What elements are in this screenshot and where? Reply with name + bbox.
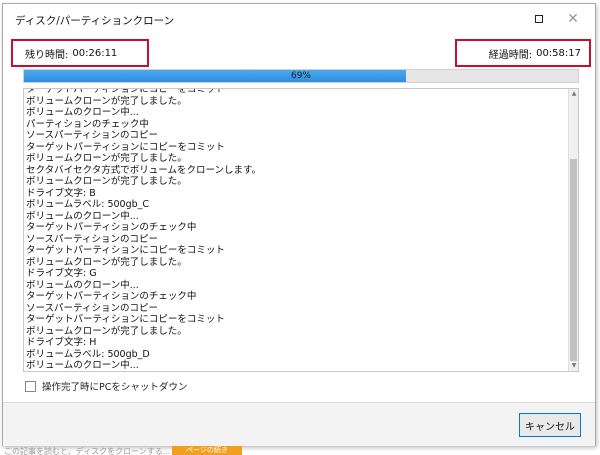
log-line: ドライブ文字: G (26, 268, 97, 279)
log-line: ボリュームのクローン中... (26, 360, 139, 371)
maximize-button[interactable] (527, 8, 551, 30)
log-line: ボリュームのクローン中... (26, 210, 139, 222)
log-output[interactable]: ターゲットパーティションにコピーをコミット ボリュームクローンが完了しました。 ボリ… (23, 88, 579, 372)
scroll-thumb[interactable] (570, 159, 577, 361)
log-line: ターゲットパーティションのチェック中 (26, 222, 197, 233)
window-title: ディスク/パーティションクローン (15, 15, 175, 27)
maximize-icon (535, 15, 543, 23)
log-line: ボリュームクローンが完了しました。 (26, 95, 187, 107)
scroll-up-icon[interactable]: ▲ (569, 89, 578, 99)
log-line: ターゲットパーティションのチェック中 (26, 372, 562, 373)
log-line: ボリュームクローンが完了しました。 (26, 325, 187, 337)
log-line: ターゲットパーティションにコピーをコミット (26, 88, 225, 95)
background-text: この記事を読むと、ディスクをクローンする... (4, 447, 171, 455)
log-lines: ターゲットパーティションにコピーをコミット ボリュームクローンが完了しました。 ボリ… (26, 88, 562, 373)
log-line: ソースパーティションのコピー (26, 233, 158, 245)
elapsed-time-label: 経過時間: (488, 49, 533, 61)
log-line: ターゲットパーティションにコピーをコミット (26, 245, 225, 256)
log-line: ドライブ文字: H (26, 337, 97, 348)
log-line: ボリュームラベル: 500gb_D (26, 348, 150, 360)
title-bar[interactable]: ディスク/パーティションクローン ✕ (3, 4, 595, 34)
remaining-time: 残り時間: 00:26:11 (11, 39, 149, 67)
log-line: ターゲットパーティションのチェック中 (26, 291, 197, 302)
background-page-strip: この記事を読むと、ディスクをクローンする... ページの続き (0, 446, 600, 455)
log-line: セクタバイセクタ方式でボリュームをクローンします。 (26, 164, 262, 176)
cancel-button[interactable]: キャンセル (519, 413, 581, 437)
elapsed-time-value: 00:58:17 (536, 47, 581, 59)
shutdown-option[interactable]: 操作完了時にPCをシャットダウン (25, 379, 187, 393)
shutdown-checkbox[interactable] (25, 380, 36, 392)
progress-label: 69% (290, 71, 311, 81)
clone-dialog: ディスク/パーティションクローン ✕ 残り時間: 00:26:11 経過時間: … (2, 3, 596, 446)
log-line: ソースパーティションのコピー (26, 302, 158, 314)
background-badge: ページの続き (172, 446, 242, 455)
scroll-down-icon[interactable]: ▼ (569, 361, 578, 371)
log-line: ドライブ文字: B (26, 187, 96, 199)
log-line: ターゲットパーティションにコピーをコミット (26, 314, 225, 325)
elapsed-time: 経過時間: 00:58:17 (455, 39, 591, 67)
log-scrollbar[interactable]: ▲ ▼ (568, 89, 578, 371)
log-line: ボリュームクローンが完了しました。 (26, 153, 187, 164)
log-line: ボリュームクローンが完了しました。 (26, 176, 187, 187)
close-button[interactable]: ✕ (561, 8, 585, 30)
progress-bar: 69% (23, 69, 579, 83)
dialog-footer (3, 403, 595, 446)
remaining-time-label: 残り時間: (25, 49, 69, 61)
log-line: パーティションのチェック中 (26, 118, 149, 130)
log-line: ボリュームのクローン中... (26, 279, 139, 291)
log-line: ボリュームのクローン中... (26, 107, 139, 118)
remaining-time-value: 00:26:11 (72, 47, 118, 59)
log-line: ボリュームラベル: 500gb_C (26, 199, 150, 210)
log-line: ソースパーティションのコピー (26, 130, 158, 141)
log-line: ターゲットパーティションにコピーをコミット (26, 141, 225, 153)
close-icon: ✕ (567, 11, 579, 27)
shutdown-checkbox-label: 操作完了時にPCをシャットダウン (42, 382, 188, 393)
log-line: ボリュームクローンが完了しました。 (26, 256, 187, 268)
